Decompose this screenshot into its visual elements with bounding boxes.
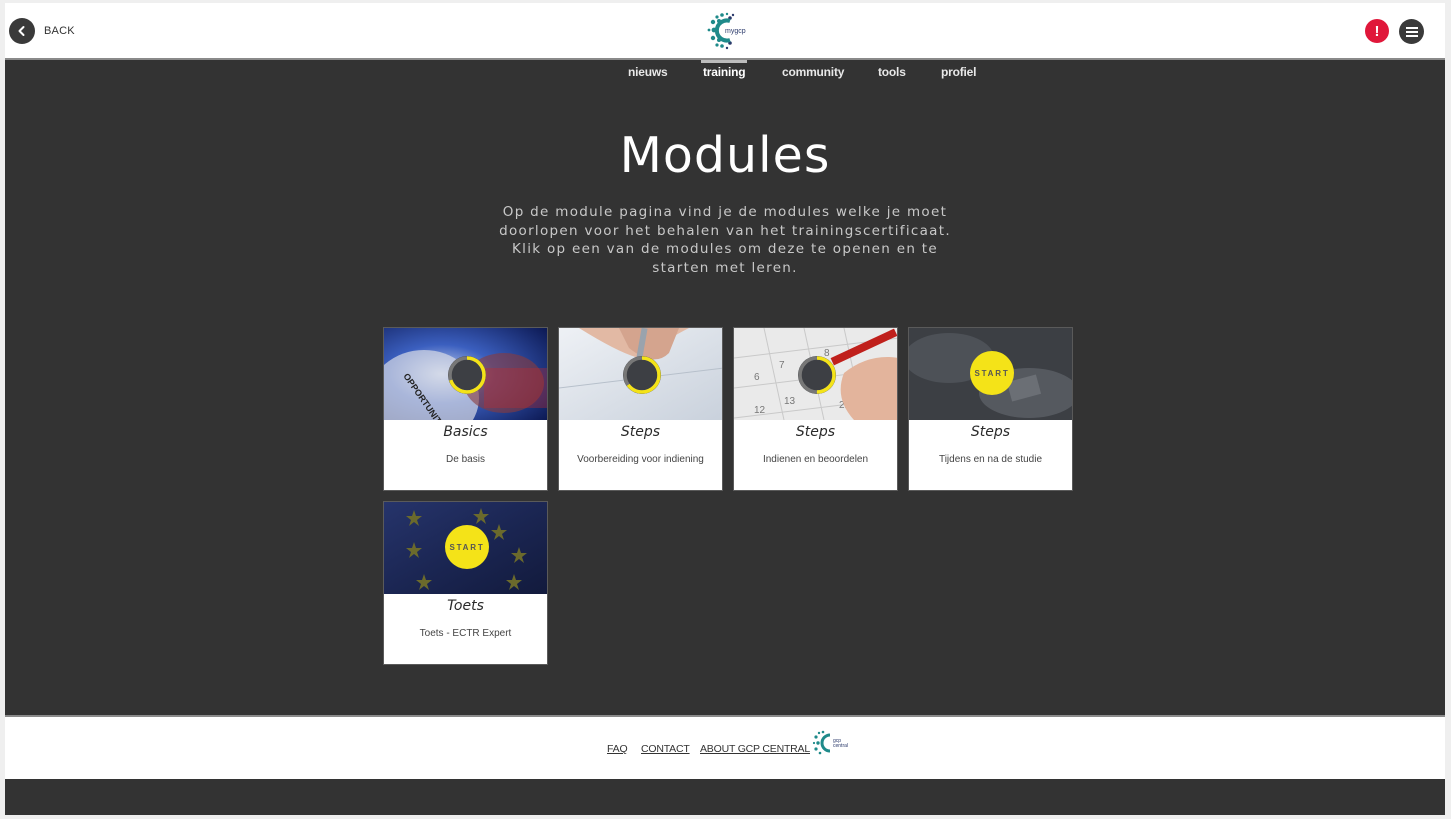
start-button[interactable]: START	[445, 525, 489, 569]
module-subtitle: Tijdens en na de studie	[938, 454, 1043, 465]
module-subtitle: Voorbereiding voor indiening	[577, 454, 704, 465]
progress-ring-center	[798, 356, 836, 394]
gcp-central-logo[interactable]: gcp central	[811, 729, 853, 757]
module-card-steps-tijdens[interactable]: START Steps Tijdens en na de studie	[908, 327, 1073, 491]
module-title: Steps	[970, 424, 1011, 440]
hamburger-icon	[1405, 26, 1418, 37]
progress-ring-center	[448, 356, 486, 394]
page-title: Modules	[619, 127, 831, 184]
nav-item-nieuws[interactable]: nieuws	[628, 65, 668, 79]
module-card-basics[interactable]: OPPORTUNITIES Basics De basis	[383, 327, 548, 491]
module-title: Basics	[443, 424, 488, 440]
module-title: Toets	[447, 598, 484, 614]
nav-item-community[interactable]: community	[782, 65, 844, 79]
page-intro: Op de module pagina vind je de modules w…	[499, 204, 951, 277]
svg-text:7: 7	[779, 360, 785, 371]
alert-button[interactable]: !	[1365, 19, 1389, 43]
module-card-toets[interactable]: START Toets Toets - ECTR Expert	[383, 501, 548, 665]
page-frame: BACK mygcp ! nieuws training community t…	[5, 3, 1445, 815]
module-subtitle: De basis	[446, 454, 485, 465]
back-arrow-icon	[9, 18, 35, 44]
progress-ring	[622, 355, 662, 395]
nav-item-training[interactable]: training	[703, 65, 746, 79]
nav-item-tools[interactable]: tools	[878, 65, 906, 79]
svg-text:12: 12	[754, 405, 766, 416]
progress-ring-center	[623, 356, 661, 394]
top-bar: BACK mygcp !	[5, 3, 1445, 60]
module-title: Steps	[795, 424, 836, 440]
module-card-steps-indienen[interactable]: 678 121321 Steps Indienen en beoordelen	[733, 327, 898, 491]
start-button[interactable]: START	[970, 351, 1014, 395]
mygcp-logo[interactable]: mygcp	[703, 11, 749, 51]
footer-link-faq[interactable]: FAQ	[607, 743, 628, 755]
module-card-steps-voorbereiding[interactable]: Steps Voorbereiding voor indiening	[558, 327, 723, 491]
module-subtitle: Toets - ECTR Expert	[419, 628, 512, 639]
progress-ring	[797, 355, 837, 395]
main-nav: nieuws training community tools profiel	[5, 60, 1445, 90]
active-tab-indicator	[701, 60, 747, 63]
footer: FAQ CONTACT ABOUT GCP CENTRAL gcp centra…	[5, 715, 1445, 779]
svg-text:mygcp: mygcp	[725, 28, 746, 35]
module-title: Steps	[620, 424, 661, 440]
progress-ring	[447, 355, 487, 395]
svg-text:central: central	[833, 743, 848, 749]
exclamation-icon: !	[1374, 22, 1380, 40]
svg-text:6: 6	[754, 372, 760, 383]
menu-button[interactable]	[1399, 19, 1424, 44]
back-label: BACK	[44, 25, 75, 37]
footer-link-contact[interactable]: CONTACT	[641, 743, 690, 755]
nav-item-profiel[interactable]: profiel	[941, 65, 976, 79]
back-button[interactable]: BACK	[9, 18, 75, 44]
footer-link-about[interactable]: ABOUT GCP CENTRAL	[700, 743, 810, 755]
svg-text:13: 13	[784, 396, 796, 407]
module-subtitle: Indienen en beoordelen	[762, 454, 869, 465]
